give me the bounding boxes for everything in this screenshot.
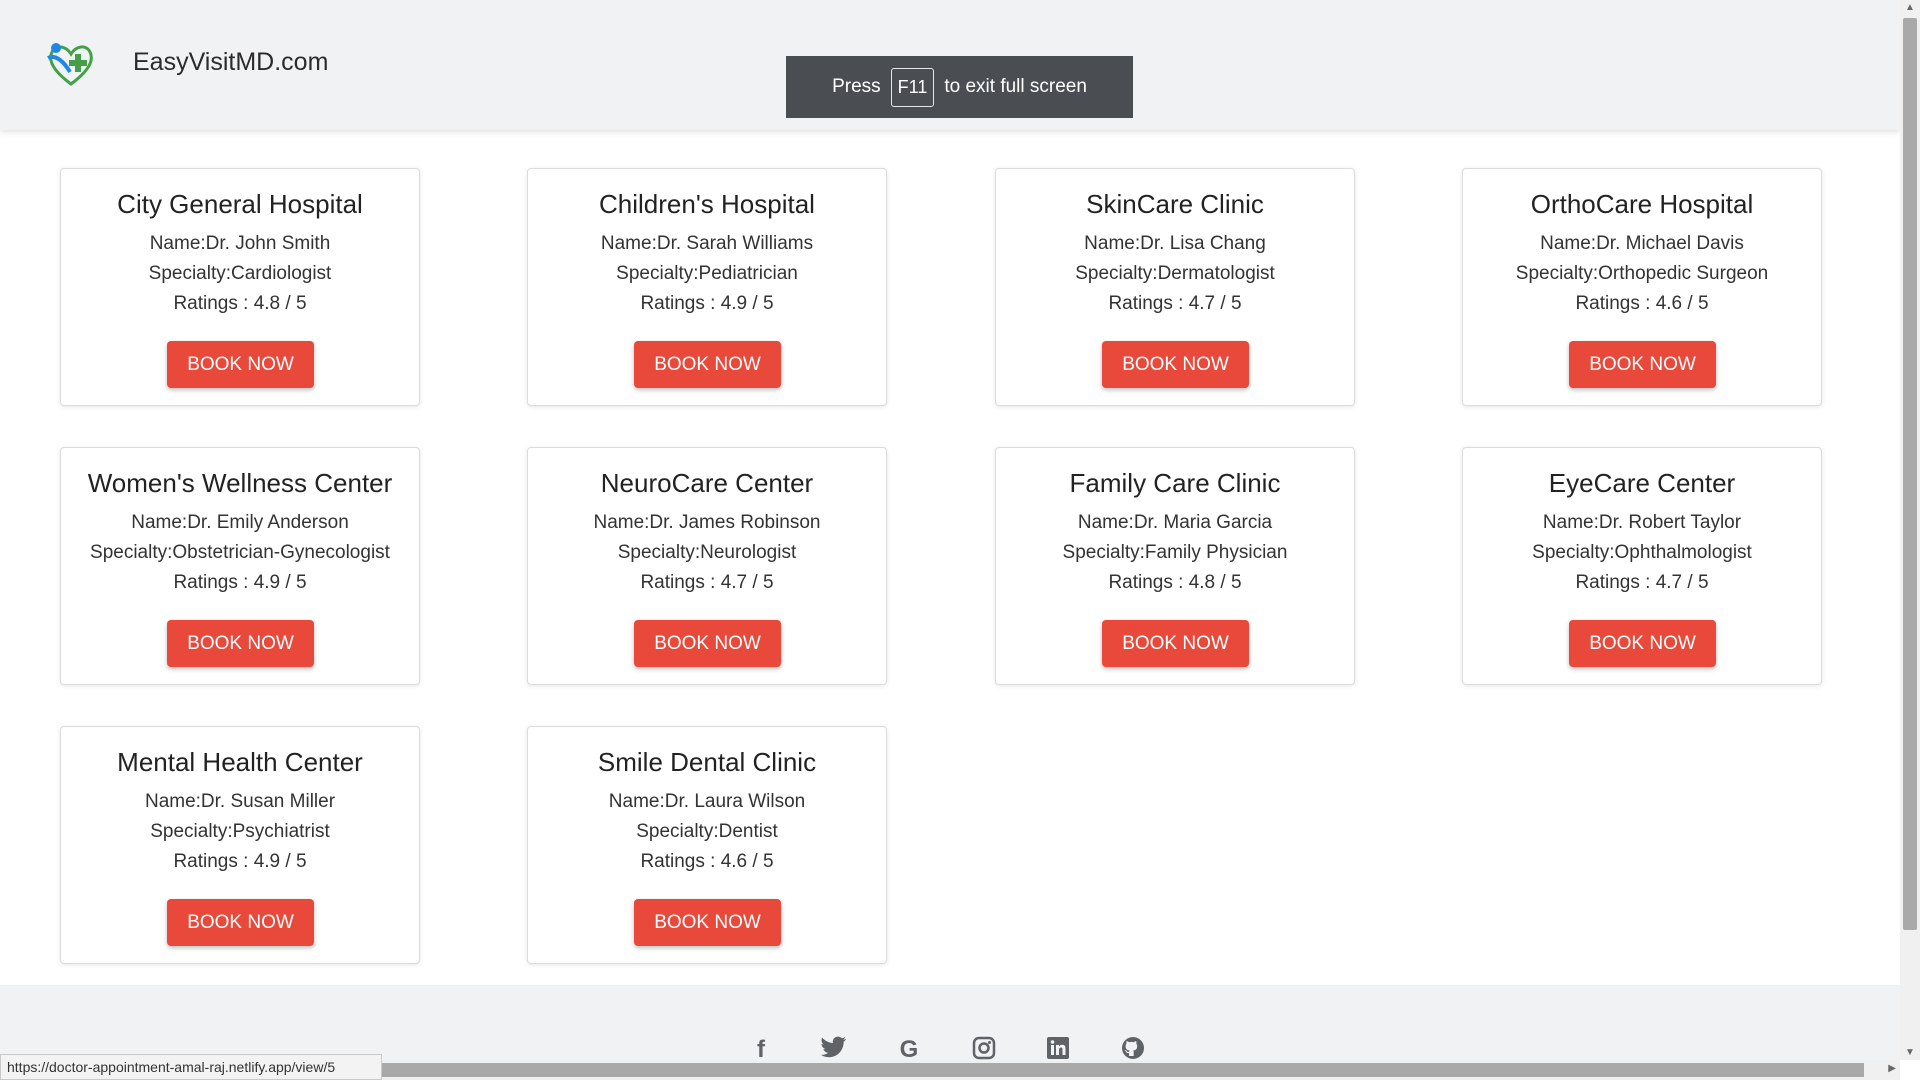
hospital-card: City General Hospital Name:Dr. John Smit… bbox=[60, 168, 420, 406]
book-now-button[interactable]: BOOK NOW bbox=[1569, 620, 1716, 667]
doctor-rating: Ratings : 4.7 / 5 bbox=[1575, 572, 1709, 593]
hospital-name: City General Hospital bbox=[117, 189, 363, 219]
doctor-rating: Ratings : 4.9 / 5 bbox=[173, 851, 307, 872]
doctor-specialty: Specialty:Psychiatrist bbox=[150, 821, 330, 842]
book-now-button[interactable]: BOOK NOW bbox=[1102, 620, 1249, 667]
scrollbar-thumb[interactable] bbox=[1903, 18, 1917, 930]
brand-name[interactable]: EasyVisitMD.com bbox=[133, 48, 328, 77]
doctor-name: Name:Dr. Robert Taylor bbox=[1542, 512, 1742, 533]
doctor-name: Name:Dr. Maria Garcia bbox=[1077, 512, 1273, 533]
hospital-card: OrthoCare Hospital Name:Dr. Michael Davi… bbox=[1462, 168, 1822, 406]
status-url: https://doctor-appointment-amal-raj.netl… bbox=[0, 1054, 382, 1080]
doctor-name: Name:Dr. Laura Wilson bbox=[608, 791, 806, 812]
doctor-name: Name:Dr. Michael Davis bbox=[1540, 233, 1744, 254]
scroll-right-icon[interactable]: ▶ bbox=[1888, 1063, 1896, 1074]
doctor-specialty: Specialty:Orthopedic Surgeon bbox=[1515, 263, 1769, 284]
scroll-down-icon[interactable]: ▼ bbox=[1905, 1047, 1915, 1058]
book-now-button[interactable]: BOOK NOW bbox=[1102, 341, 1249, 388]
hospital-card: NeuroCare Center Name:Dr. James Robinson… bbox=[527, 447, 887, 685]
vertical-scrollbar[interactable]: ▲ ▼ bbox=[1900, 0, 1920, 1060]
book-now-button[interactable]: BOOK NOW bbox=[167, 341, 314, 388]
hospital-name: EyeCare Center bbox=[1548, 468, 1736, 498]
notice-key: F11 bbox=[890, 67, 935, 107]
doctor-rating: Ratings : 4.7 / 5 bbox=[640, 572, 774, 593]
doctor-name: Name:Dr. Sarah Williams bbox=[600, 233, 814, 254]
doctor-rating: Ratings : 4.9 / 5 bbox=[173, 572, 307, 593]
doctor-rating: Ratings : 4.6 / 5 bbox=[640, 851, 774, 872]
hospital-name: OrthoCare Hospital bbox=[1530, 189, 1754, 219]
doctor-rating: Ratings : 4.8 / 5 bbox=[173, 293, 307, 314]
doctor-rating: Ratings : 4.6 / 5 bbox=[1575, 293, 1709, 314]
doctor-specialty: Specialty:Ophthalmologist bbox=[1532, 542, 1752, 563]
hospital-card: Women's Wellness Center Name:Dr. Emily A… bbox=[60, 447, 420, 685]
hospital-name: Women's Wellness Center bbox=[87, 468, 393, 498]
hospital-name: Children's Hospital bbox=[599, 189, 815, 219]
notice-press: Press bbox=[832, 76, 881, 97]
notice-text: to exit full screen bbox=[944, 76, 1087, 97]
book-now-button[interactable]: BOOK NOW bbox=[167, 620, 314, 667]
doctor-specialty: Specialty:Cardiologist bbox=[148, 263, 332, 284]
hospital-card: Children's Hospital Name:Dr. Sarah Willi… bbox=[527, 168, 887, 406]
book-now-button[interactable]: BOOK NOW bbox=[634, 620, 781, 667]
hospital-name: NeuroCare Center bbox=[600, 468, 814, 498]
hospital-name: SkinCare Clinic bbox=[1086, 189, 1264, 219]
doctor-name: Name:Dr. John Smith bbox=[149, 233, 331, 254]
doctor-name: Name:Dr. Emily Anderson bbox=[131, 512, 349, 533]
doctor-rating: Ratings : 4.7 / 5 bbox=[1108, 293, 1242, 314]
doctor-name: Name:Dr. Lisa Chang bbox=[1084, 233, 1266, 254]
book-now-button[interactable]: BOOK NOW bbox=[634, 341, 781, 388]
book-now-button[interactable]: BOOK NOW bbox=[1569, 341, 1716, 388]
doctor-specialty: Specialty:Pediatrician bbox=[616, 263, 798, 284]
hospital-card: Smile Dental Clinic Name:Dr. Laura Wilso… bbox=[527, 726, 887, 964]
doctor-specialty: Specialty:Obstetrician-Gynecologist bbox=[90, 542, 390, 563]
logo-icon[interactable] bbox=[44, 40, 98, 88]
book-now-button[interactable]: BOOK NOW bbox=[167, 899, 314, 946]
doctor-specialty: Specialty:Family Physician bbox=[1062, 542, 1288, 563]
hospital-card: Mental Health Center Name:Dr. Susan Mill… bbox=[60, 726, 420, 964]
book-now-button[interactable]: BOOK NOW bbox=[634, 899, 781, 946]
hospital-card: SkinCare Clinic Name:Dr. Lisa Chang Spec… bbox=[995, 168, 1355, 406]
doctor-specialty: Specialty:Dermatologist bbox=[1075, 263, 1275, 284]
hospital-name: Smile Dental Clinic bbox=[597, 747, 817, 777]
doctor-name: Name:Dr. James Robinson bbox=[593, 512, 821, 533]
hospital-card: EyeCare Center Name:Dr. Robert Taylor Sp… bbox=[1462, 447, 1822, 685]
doctor-specialty: Specialty:Neurologist bbox=[617, 542, 797, 563]
doctor-name: Name:Dr. Susan Miller bbox=[144, 791, 336, 812]
doctor-rating: Ratings : 4.9 / 5 bbox=[640, 293, 774, 314]
hospital-name: Mental Health Center bbox=[117, 747, 363, 777]
hospital-name: Family Care Clinic bbox=[1069, 468, 1281, 498]
fullscreen-notice: Press F11 to exit full screen bbox=[786, 56, 1133, 118]
doctor-rating: Ratings : 4.8 / 5 bbox=[1108, 572, 1242, 593]
scroll-up-icon[interactable]: ▲ bbox=[1905, 2, 1915, 13]
doctor-specialty: Specialty:Dentist bbox=[636, 821, 778, 842]
hospital-card: Family Care Clinic Name:Dr. Maria Garcia… bbox=[995, 447, 1355, 685]
